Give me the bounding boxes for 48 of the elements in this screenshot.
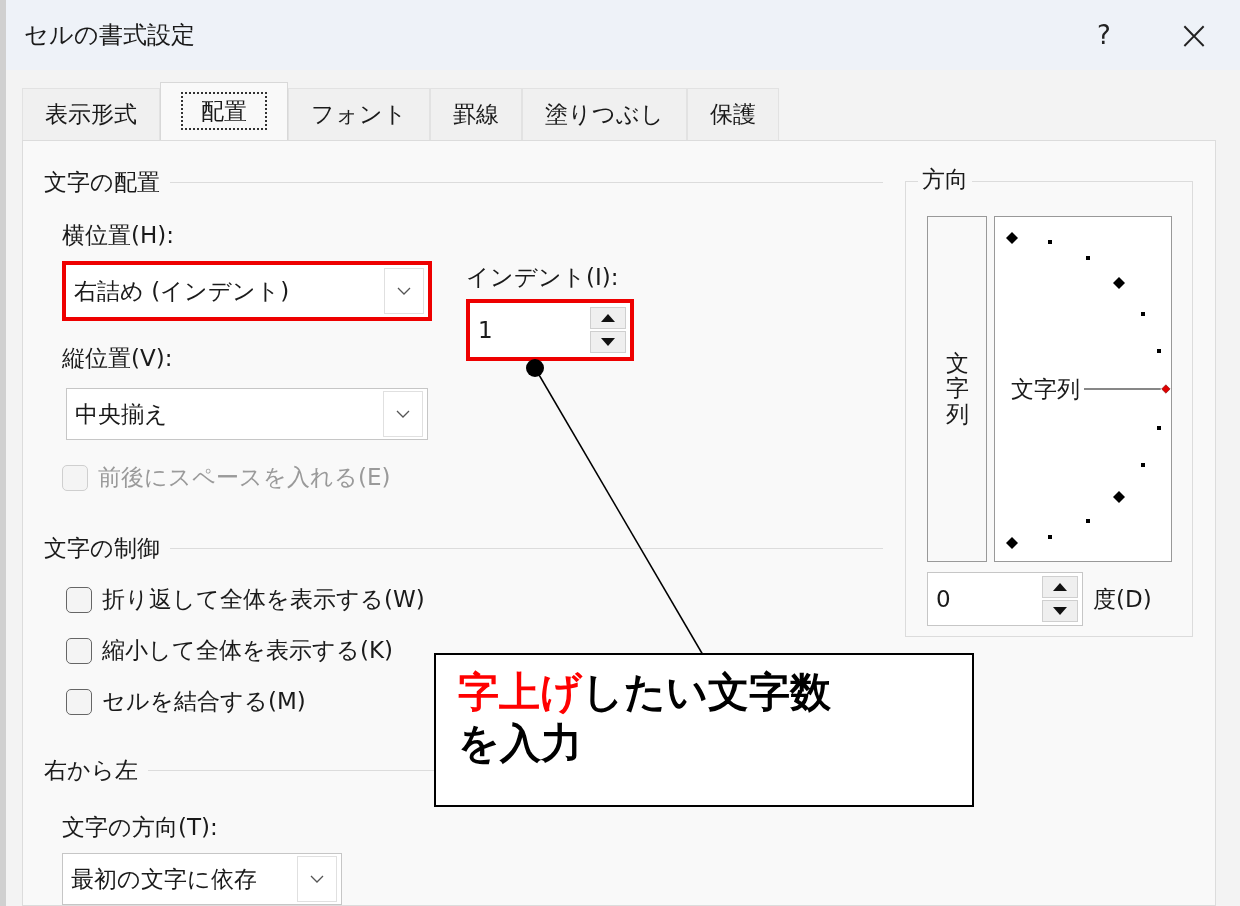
angle-marker-icon xyxy=(1113,277,1125,289)
field-label: 横位置(H): xyxy=(62,221,175,250)
checkbox[interactable] xyxy=(66,586,92,613)
down-triangle-icon xyxy=(1053,607,1067,615)
down-triangle-icon xyxy=(601,338,615,346)
angle-marker-icon xyxy=(1113,491,1125,503)
window-title: セルの書式設定 xyxy=(24,20,196,51)
vertical-text-option[interactable]: 文字列 xyxy=(927,216,987,562)
spin-up-button[interactable] xyxy=(1042,576,1078,598)
field-label: 縦位置(V): xyxy=(62,344,174,373)
chevron-icon xyxy=(310,875,324,883)
angle-marker-icon xyxy=(1006,537,1018,549)
checkbox-label: 縮小して全体を表示する(K) xyxy=(102,636,394,665)
checkbox-label: 前後にスペースを入れる(E) xyxy=(98,463,391,492)
checkbox-label: 折り返して全体を表示する(W) xyxy=(102,585,425,614)
help-button[interactable]: ? xyxy=(1074,19,1134,51)
horizontal-dropdown[interactable]: 右詰め (インデント) xyxy=(66,265,428,317)
vertical-dropdown[interactable]: 中央揃え xyxy=(66,388,428,440)
spin-up-button[interactable] xyxy=(590,307,626,329)
field-label: 文字の方向(T): xyxy=(62,813,219,842)
section-title: 文字の配置 xyxy=(44,168,160,197)
dial-text: 文字列 xyxy=(1011,374,1080,404)
chevron-icon xyxy=(396,410,410,418)
tab[interactable]: 塗りつぶし xyxy=(522,88,687,140)
up-triangle-icon xyxy=(601,314,615,322)
indent-spinner[interactable]: 1 xyxy=(470,303,630,357)
up-triangle-icon xyxy=(1053,583,1067,591)
checkbox[interactable] xyxy=(66,637,92,664)
text-direction-dropdown[interactable]: 最初の文字に依存 xyxy=(62,853,342,905)
callout-text: 字上げしたい文字数を入力 xyxy=(458,667,832,770)
tab[interactable]: 罫線 xyxy=(430,88,522,140)
checkbox-label: セルを結合する(M) xyxy=(102,687,306,716)
section-title: 右から左 xyxy=(44,756,138,785)
field-label: インデント(I): xyxy=(466,263,620,292)
field-label: 度(D) xyxy=(1093,584,1152,614)
degrees-spinner[interactable]: 0 xyxy=(927,572,1083,626)
checkbox[interactable] xyxy=(66,688,92,715)
close-button[interactable]: × xyxy=(1164,11,1224,59)
angle-marker-icon xyxy=(1006,232,1018,244)
tab[interactable]: 配置 xyxy=(160,82,288,140)
tab[interactable]: 表示形式 xyxy=(22,88,160,140)
section-title: 文字の制御 xyxy=(44,534,160,563)
chevron-icon xyxy=(397,287,411,295)
spin-down-button[interactable] xyxy=(1042,600,1078,622)
tab[interactable]: フォント xyxy=(288,88,430,140)
orientation-dial[interactable]: 文字列 xyxy=(994,216,1172,562)
spin-down-button[interactable] xyxy=(590,331,626,353)
tab[interactable]: 保護 xyxy=(687,88,779,140)
